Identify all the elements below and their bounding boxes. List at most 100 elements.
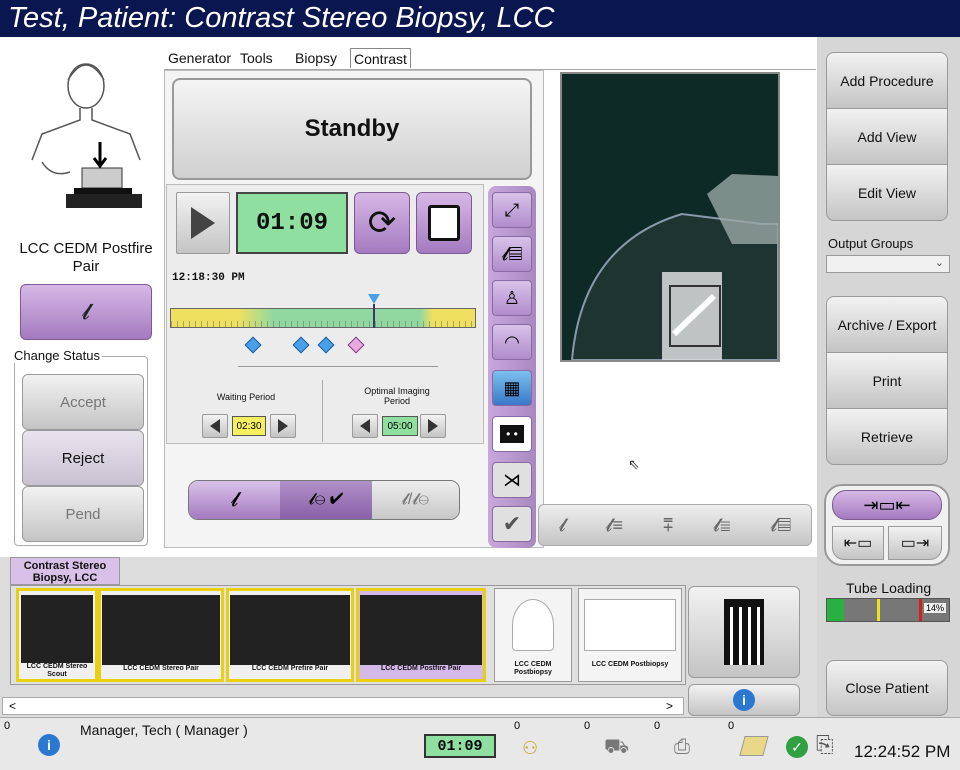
tool-implant-icon[interactable]: ♙ xyxy=(492,280,532,316)
optimal-increase-button[interactable] xyxy=(420,414,446,438)
reset-timer-button[interactable]: ⟳ xyxy=(354,192,410,254)
help-count: 0 xyxy=(584,720,591,732)
tool-paddle-icon[interactable]: ◠ xyxy=(492,324,532,360)
arrow-left-icon xyxy=(360,419,370,433)
window-title: Test, Patient: Contrast Stereo Biopsy, L… xyxy=(0,0,960,37)
tube-loading-bar: 14% xyxy=(826,598,950,622)
view-type-button[interactable]: 𝓵 xyxy=(20,284,152,340)
thumbnail-label: LCC CEDM Prefire Pair xyxy=(251,665,329,672)
info-button[interactable]: i xyxy=(688,684,800,716)
close-patient-button[interactable]: Close Patient xyxy=(826,660,948,716)
tab-biopsy[interactable]: Biopsy xyxy=(295,48,337,68)
low-energy-list-icon[interactable]: 𝓵≡ xyxy=(606,515,623,536)
arrow-left-icon xyxy=(210,419,220,433)
accept-button[interactable]: Accept xyxy=(22,374,144,430)
cursor-icon: ⇖ xyxy=(628,456,640,472)
timer-count: 0 xyxy=(514,720,521,732)
compress-icon[interactable]: ⩱ xyxy=(663,515,674,536)
image-preview xyxy=(560,72,780,362)
thumbnail-scrollbar[interactable]: < > xyxy=(2,697,684,715)
archive-export-button[interactable]: Archive / Export xyxy=(826,296,948,353)
tool-dots-icon[interactable]: • • xyxy=(492,416,532,452)
thumbnail-image xyxy=(360,595,482,665)
optimal-period-label: Optimal Imaging Period xyxy=(364,386,430,406)
waiting-decrease-button[interactable] xyxy=(202,414,228,438)
thumbnail-selected[interactable]: LCC CEDM Postfire Pair xyxy=(356,588,486,682)
device-icon[interactable]: ⛟ xyxy=(604,736,629,761)
tool-rotate-icon[interactable]: ⤢ xyxy=(492,192,532,228)
retrieve-button[interactable]: Retrieve xyxy=(826,408,948,465)
status-timer[interactable]: 01:09 xyxy=(424,734,496,758)
paddle-right-button[interactable]: ▭⇥ xyxy=(888,526,942,560)
play-button[interactable] xyxy=(176,192,230,254)
scroll-right-icon[interactable]: > xyxy=(666,699,673,713)
subtracted-mode-button[interactable]: 𝓵⊖ ✔ xyxy=(280,481,372,519)
trash-button[interactable] xyxy=(688,586,800,678)
droplet-icon: 𝓵 xyxy=(81,299,91,324)
thumbnail-label: LCC CEDM Postfire Pair xyxy=(380,665,462,672)
paddle-right-icon: ▭⇥ xyxy=(900,535,930,552)
add-procedure-button[interactable]: Add Procedure xyxy=(826,52,948,109)
thumbnail[interactable]: LCC CEDM Stereo Pair xyxy=(98,588,224,682)
printer-icon[interactable]: ⎙ xyxy=(674,736,690,759)
chevron-down-icon: ⌄ xyxy=(934,257,944,269)
user-name: Manager, Tech ( Manager ) xyxy=(80,722,248,738)
standby-banner: Standby xyxy=(172,78,532,180)
trash-icon xyxy=(724,599,764,665)
pend-button[interactable]: Pend xyxy=(22,486,144,542)
low-energy-mode-button[interactable]: 𝓵 xyxy=(189,481,281,519)
add-view-button[interactable]: Add View xyxy=(826,108,948,165)
breast-diagram-icon xyxy=(512,599,554,651)
tab-generator[interactable]: Generator xyxy=(168,48,231,68)
tab-contrast[interactable]: Contrast xyxy=(350,48,411,68)
low-energy-icon[interactable]: 𝓵 xyxy=(559,515,566,536)
optimal-decrease-button[interactable] xyxy=(352,414,378,438)
thumbnail-label: LCC CEDM Stereo Pair xyxy=(123,665,199,672)
info-status-icon[interactable]: i xyxy=(38,734,60,756)
procedure-tab[interactable]: Contrast Stereo Biopsy, LCC xyxy=(10,557,120,585)
timeline-bar xyxy=(170,308,476,328)
tool-split-icon[interactable]: ⋊ xyxy=(492,462,532,498)
pair-list-icon[interactable]: 𝓵≣ xyxy=(713,515,730,536)
scroll-left-icon[interactable]: < xyxy=(9,699,16,713)
output-groups-label: Output Groups xyxy=(828,236,914,251)
print-button[interactable]: Print xyxy=(826,352,948,409)
network-icon[interactable]: ⎘ xyxy=(816,732,834,758)
change-status-label: Change Status xyxy=(12,348,103,363)
paddle-center-button[interactable]: ⇥▭⇤ xyxy=(832,490,942,520)
tube-loading-label: Tube Loading xyxy=(846,580,932,596)
thumbnail[interactable]: LCC CEDM Postbiopsy xyxy=(578,588,682,682)
image-tool-row: 𝓵 𝓵≡ ⩱ 𝓵≣ 𝓵▤ xyxy=(538,504,812,546)
thumbnail[interactable]: LCC CEDM Prefire Pair xyxy=(226,588,354,682)
thumbnail[interactable]: LCC CEDM Stereo Scout xyxy=(16,588,98,682)
optimal-period-value: 05:00 xyxy=(382,416,418,436)
info-icon: i xyxy=(733,689,755,711)
output-groups-select[interactable]: ⌄ xyxy=(826,255,950,273)
timeline-marker-icon xyxy=(368,294,380,304)
help-icon[interactable]: ⚇ xyxy=(522,738,538,759)
device-count: 0 xyxy=(654,720,661,732)
arrow-right-icon xyxy=(278,419,288,433)
tool-display-icon[interactable]: ▦ xyxy=(492,370,532,406)
thumbnail-image xyxy=(230,595,350,665)
image-mode-control: 𝓵 𝓵⊖ ✔ 𝓵/𝓵⊖ xyxy=(188,480,460,520)
paddle-left-button[interactable]: ⇤▭ xyxy=(832,526,884,560)
tool-marker-icon[interactable]: 𝓵▤ xyxy=(492,236,532,272)
printer-count: 0 xyxy=(728,720,735,732)
waiting-increase-button[interactable] xyxy=(270,414,296,438)
thumbnail-label: LCC CEDM Postbiopsy xyxy=(591,661,669,668)
period-divider xyxy=(322,380,323,442)
thumbnail[interactable]: LCC CEDM Postbiopsy xyxy=(494,588,572,682)
tab-tools[interactable]: Tools xyxy=(240,48,273,68)
pair-mode-button[interactable]: 𝓵/𝓵⊖ xyxy=(371,481,459,519)
edit-view-button[interactable]: Edit View xyxy=(826,164,948,221)
check-status-icon[interactable]: ✓ xyxy=(786,736,808,758)
notepad-icon xyxy=(428,205,460,241)
info-count: 0 xyxy=(4,720,11,732)
pair-report-icon[interactable]: 𝓵▤ xyxy=(770,515,791,536)
divider xyxy=(238,366,438,367)
reject-button[interactable]: Reject xyxy=(22,430,144,486)
timer-log-button[interactable] xyxy=(416,192,472,254)
paddle-center-icon: ⇥▭⇤ xyxy=(863,494,911,515)
tool-accept-icon[interactable]: ✔ xyxy=(492,506,532,542)
